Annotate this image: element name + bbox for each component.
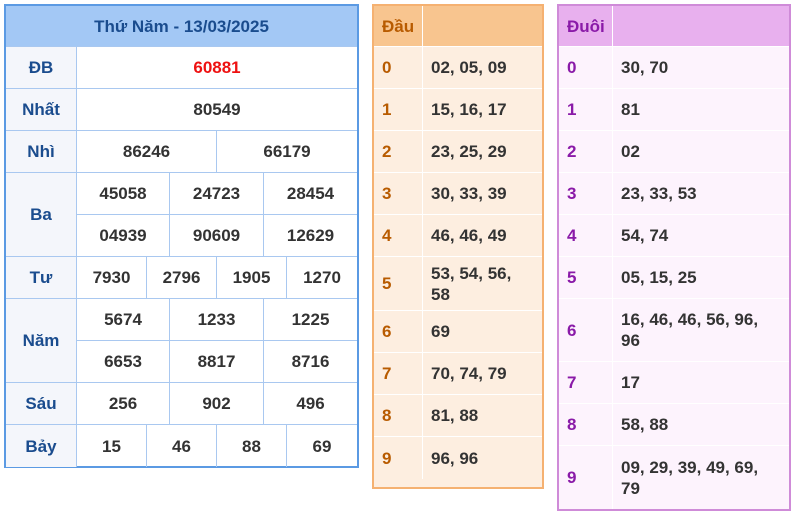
- dau-value: 96, 96: [431, 448, 479, 468]
- duoi-value: 23, 33, 53: [613, 173, 789, 215]
- prize-label: ĐB: [6, 47, 77, 89]
- duoi-key: 6: [559, 299, 613, 362]
- dau-key: 9: [374, 437, 423, 479]
- dau-key: 2: [374, 131, 423, 173]
- duoi-header: Đuôi: [559, 6, 613, 47]
- duoi-key: 2: [559, 131, 613, 173]
- dau-value: 15, 16, 17: [423, 89, 542, 131]
- duoi-table: Đuôi 0 30, 70 1 81 2 02 3 23, 33, 53 4 54, 74 5 05, …: [557, 4, 791, 511]
- prize-number: 04939: [77, 215, 170, 257]
- dau-value: 69: [423, 311, 542, 353]
- prize-number: 902: [170, 383, 264, 425]
- prize-label: Ba: [6, 173, 77, 257]
- dau-value: 81, 88: [423, 395, 542, 437]
- prize-number: 88: [217, 425, 287, 467]
- dau-key: 6: [374, 311, 423, 353]
- duoi-value: 02: [613, 131, 789, 173]
- prize-number: 24723: [170, 173, 264, 215]
- prize-number: 7930: [77, 257, 147, 299]
- prize-number: 1905: [217, 257, 287, 299]
- prize-number: 1233: [170, 299, 264, 341]
- prize-number: 80549: [77, 89, 357, 131]
- duoi-value: 17: [613, 362, 789, 404]
- dau-value: 46, 46, 49: [423, 215, 542, 257]
- dau-key: 7: [374, 353, 423, 395]
- duoi-value: 16, 46, 46, 56, 96, 96: [613, 299, 789, 362]
- prize-number: 66179: [217, 131, 357, 173]
- dau-key: 4: [374, 215, 423, 257]
- prize-label: Tư: [6, 257, 77, 299]
- prize-number: 69: [312, 436, 332, 456]
- prize-number: 496: [264, 383, 357, 425]
- prize-number: 28454: [264, 173, 357, 215]
- prize-label: Năm: [6, 299, 77, 383]
- prize-number: 90609: [170, 215, 264, 257]
- prize-number: 1270: [287, 257, 357, 299]
- dau-value: 70, 74, 79: [423, 353, 542, 395]
- duoi-key: 5: [559, 257, 613, 299]
- duoi-key: 9: [559, 446, 613, 509]
- dau-value: 30, 33, 39: [423, 173, 542, 215]
- prize-label: Nhì: [6, 131, 77, 173]
- dau-value: 23, 25, 29: [423, 131, 542, 173]
- results-title: Thứ Năm - 13/03/2025: [6, 6, 357, 47]
- prize-number: 45058: [77, 173, 170, 215]
- prize-number: 256: [77, 383, 170, 425]
- dau-key: 5: [374, 257, 423, 311]
- duoi-key: 0: [559, 47, 613, 89]
- duoi-value: 54, 74: [613, 215, 789, 257]
- prize-number: 2796: [147, 257, 217, 299]
- prize-number: 1225: [264, 299, 357, 341]
- prize-number: 6653: [77, 341, 170, 383]
- duoi-key: 4: [559, 215, 613, 257]
- prize-number: 5674: [77, 299, 170, 341]
- dau-key: 8: [374, 395, 423, 437]
- prize-label: Nhất: [6, 89, 77, 131]
- prize-number: 15: [77, 425, 147, 467]
- prize-number: 12629: [264, 215, 357, 257]
- duoi-key: 1: [559, 89, 613, 131]
- duoi-value: 05, 15, 25: [613, 257, 789, 299]
- dau-table: Đầu 0 02, 05, 09 1 15, 16, 17 2 23, 25, 29 3 30,…: [372, 4, 544, 489]
- dau-key: 1: [374, 89, 423, 131]
- duoi-value: 81: [613, 89, 789, 131]
- duoi-header-spacer: [613, 6, 789, 47]
- prize-number: 8817: [170, 341, 264, 383]
- dau-key: 3: [374, 173, 423, 215]
- dau-header: Đầu: [374, 6, 423, 47]
- dau-value: 02, 05, 09: [423, 47, 542, 89]
- dau-key: 0: [374, 47, 423, 89]
- results-table: Thứ Năm - 13/03/2025 ĐB 60881 Nhất 80549 Nhì 8…: [4, 4, 359, 468]
- duoi-key: 3: [559, 173, 613, 215]
- duoi-value: 09, 29, 39, 49, 69, 79: [621, 457, 759, 498]
- prize-number: 46: [147, 425, 217, 467]
- prize-number: 8716: [264, 341, 357, 383]
- duoi-value: 30, 70: [613, 47, 789, 89]
- dau-header-spacer: [423, 6, 542, 47]
- prize-label: Bảy: [6, 425, 77, 467]
- prize-label: Sáu: [6, 383, 77, 425]
- duoi-key: 7: [559, 362, 613, 404]
- special-prize-number: 60881: [77, 47, 357, 89]
- dau-value: 53, 54, 56, 58: [423, 257, 542, 311]
- duoi-value: 58, 88: [613, 404, 789, 446]
- prize-number: 86246: [77, 131, 217, 173]
- duoi-key: 8: [559, 404, 613, 446]
